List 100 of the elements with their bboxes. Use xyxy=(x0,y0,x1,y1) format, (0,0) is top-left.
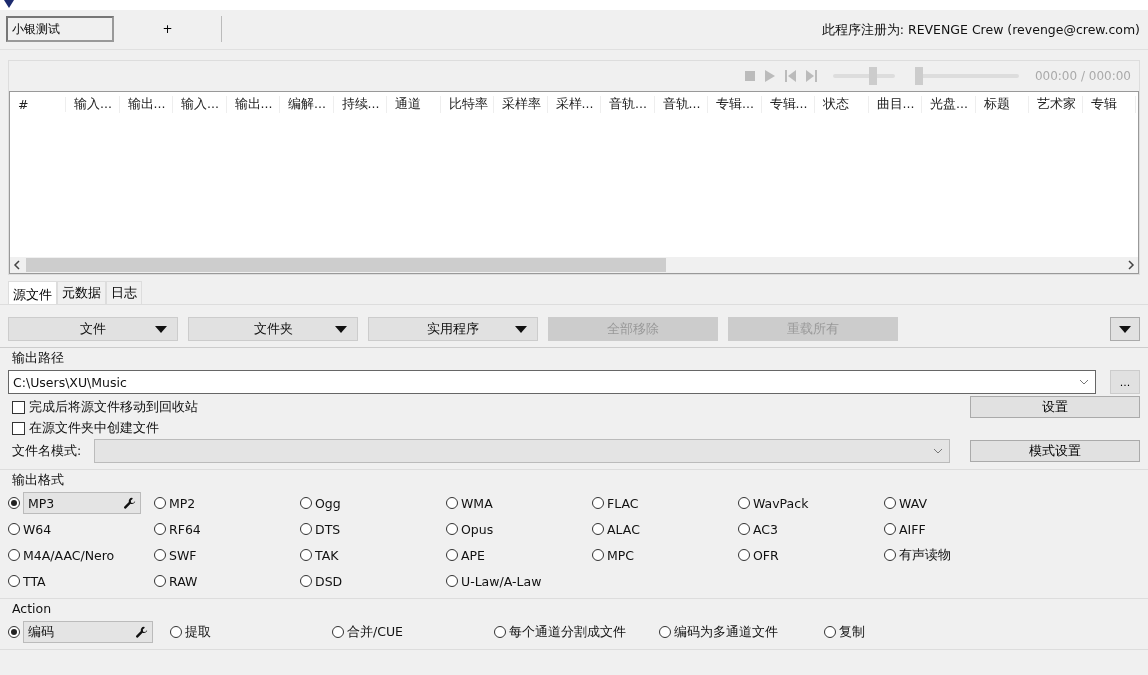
radio-label[interactable]: WavPack xyxy=(753,495,809,511)
column-header[interactable]: 输出... xyxy=(119,96,173,113)
radio-button[interactable] xyxy=(592,523,604,535)
radio-label[interactable]: 每个通道分割成文件 xyxy=(509,623,626,641)
radio-label[interactable]: 有声读物 xyxy=(899,546,951,564)
tab[interactable]: 源文件 xyxy=(8,281,57,304)
checkbox[interactable] xyxy=(12,422,25,435)
radio-button[interactable] xyxy=(154,523,166,535)
column-header[interactable]: 音轨... xyxy=(654,96,708,113)
radio-button[interactable] xyxy=(738,549,750,561)
radio-label[interactable]: OFR xyxy=(753,547,779,563)
radio-button[interactable] xyxy=(659,626,671,638)
radio-label[interactable]: DTS xyxy=(315,521,341,537)
pattern-settings-button[interactable]: 模式设置 xyxy=(970,440,1140,462)
column-header[interactable]: 艺术家 xyxy=(1029,96,1083,113)
radio-label[interactable]: WMA xyxy=(461,495,493,511)
settings-button[interactable]: 设置 xyxy=(970,396,1140,418)
column-header[interactable]: # xyxy=(10,97,66,112)
radio-button[interactable] xyxy=(494,626,506,638)
radio-label[interactable]: U-Law/A-Law xyxy=(461,573,542,589)
radio-label[interactable]: W64 xyxy=(23,521,52,537)
radio-button[interactable] xyxy=(446,549,458,561)
radio-button[interactable] xyxy=(170,626,182,638)
toolbar-button[interactable]: 实用程序 xyxy=(368,317,538,341)
column-header[interactable]: 采样... xyxy=(547,96,601,113)
column-header[interactable]: 专辑 xyxy=(1082,96,1136,113)
radio-label[interactable]: SWF xyxy=(169,547,197,563)
filename-pattern-field[interactable] xyxy=(94,439,950,463)
column-header[interactable]: 光盘... xyxy=(922,96,976,113)
radio-button[interactable] xyxy=(8,497,20,509)
column-header[interactable]: 输出... xyxy=(226,96,280,113)
radio-button[interactable] xyxy=(154,549,166,561)
checkbox-label[interactable]: 完成后将源文件移动到回收站 xyxy=(29,398,198,416)
radio-label[interactable]: ALAC xyxy=(607,521,640,537)
radio-label[interactable]: AIFF xyxy=(899,521,926,537)
radio-label[interactable]: RAW xyxy=(169,573,198,589)
column-header[interactable]: 采样率 xyxy=(494,96,548,113)
radio-button[interactable] xyxy=(154,575,166,587)
radio-label[interactable]: AC3 xyxy=(753,521,778,537)
radio-button[interactable] xyxy=(446,497,458,509)
radio-button[interactable] xyxy=(884,549,896,561)
radio-button[interactable] xyxy=(592,497,604,509)
radio-label[interactable]: 编码为多通道文件 xyxy=(674,623,778,641)
column-header[interactable]: 通道 xyxy=(387,96,441,113)
column-header[interactable]: 曲目... xyxy=(868,96,922,113)
seek-slider-thumb[interactable] xyxy=(914,67,923,85)
toolbar-button[interactable]: 文件 xyxy=(8,317,178,341)
column-header[interactable]: 比特率 xyxy=(440,96,494,113)
radio-button[interactable] xyxy=(332,626,344,638)
radio-label[interactable]: TAK xyxy=(315,547,339,563)
volume-slider-thumb[interactable] xyxy=(869,67,878,85)
radio-label[interactable]: 提取 xyxy=(185,623,211,641)
radio-label[interactable]: DSD xyxy=(315,573,343,589)
column-header[interactable]: 音轨... xyxy=(601,96,655,113)
radio-label[interactable]: 复制 xyxy=(839,623,865,641)
radio-button[interactable] xyxy=(738,497,750,509)
radio-button[interactable] xyxy=(884,523,896,535)
column-header[interactable]: 编解... xyxy=(280,96,334,113)
column-header[interactable]: 标题 xyxy=(975,96,1029,113)
radio-label[interactable]: Opus xyxy=(461,521,494,537)
radio-button[interactable] xyxy=(8,523,20,535)
menu-button[interactable] xyxy=(1110,317,1140,341)
radio-button[interactable] xyxy=(300,575,312,587)
radio-label[interactable]: 合并/CUE xyxy=(347,623,403,641)
radio-button[interactable] xyxy=(8,575,20,587)
radio-label[interactable]: MP2 xyxy=(169,495,196,511)
column-header[interactable]: 持续... xyxy=(333,96,387,113)
output-path-field[interactable]: C:\Users\XU\Music xyxy=(8,370,1096,394)
column-header[interactable]: 专辑... xyxy=(761,96,815,113)
radio-label[interactable]: MPC xyxy=(607,547,635,563)
checkbox[interactable] xyxy=(12,400,25,414)
radio-label[interactable]: WAV xyxy=(899,495,927,511)
radio-label[interactable]: M4A/AAC/Nero xyxy=(23,547,115,563)
column-header[interactable]: 输入... xyxy=(173,96,227,113)
radio-button[interactable] xyxy=(738,523,750,535)
radio-button[interactable] xyxy=(300,549,312,561)
tab[interactable]: 元数据 xyxy=(57,281,106,304)
profile-tab[interactable]: + xyxy=(114,16,222,42)
browse-button[interactable]: ... xyxy=(1110,370,1140,394)
tab[interactable]: 日志 xyxy=(106,281,142,304)
checkbox-label[interactable]: 在源文件夹中创建文件 xyxy=(29,420,159,437)
radio-button[interactable] xyxy=(154,497,166,509)
radio-button[interactable] xyxy=(824,626,836,638)
radio-label[interactable]: APE xyxy=(461,547,485,563)
radio-label[interactable]: FLAC xyxy=(607,495,639,511)
toolbar-button[interactable]: 文件夹 xyxy=(188,317,358,341)
radio-label[interactable]: TTA xyxy=(23,573,46,589)
format-settings-button[interactable]: MP3 xyxy=(23,492,141,514)
horizontal-scrollbar[interactable] xyxy=(10,257,1138,273)
profile-tab[interactable]: 小银测试 xyxy=(6,16,114,42)
radio-button[interactable] xyxy=(300,497,312,509)
column-header[interactable]: 输入... xyxy=(66,96,120,113)
radio-label[interactable]: RF64 xyxy=(169,521,201,537)
column-header[interactable]: 状态 xyxy=(815,96,869,113)
radio-button[interactable] xyxy=(300,523,312,535)
format-settings-button[interactable]: 编码 xyxy=(23,621,153,643)
radio-button[interactable] xyxy=(592,549,604,561)
radio-button[interactable] xyxy=(8,626,20,638)
radio-button[interactable] xyxy=(884,497,896,509)
radio-button[interactable] xyxy=(446,575,458,587)
